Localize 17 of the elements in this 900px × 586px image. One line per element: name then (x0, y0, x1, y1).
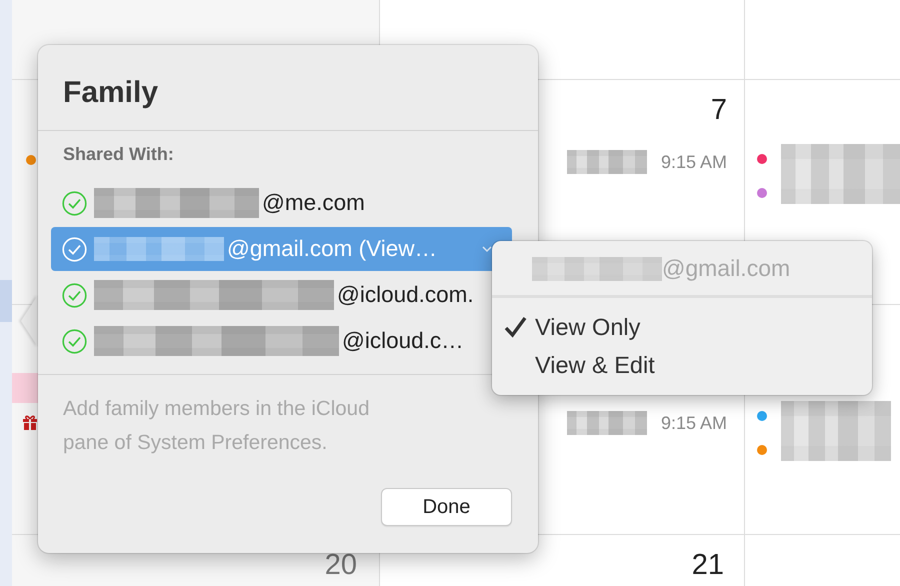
member-row[interactable]: @me.com (51, 181, 512, 225)
event-time: 9:15 AM (660, 152, 727, 172)
member-email: @icloud.c… (342, 328, 464, 354)
menu-header-email: @gmail.com (662, 255, 790, 282)
section-label: Shared With: (62, 143, 175, 166)
day-number: 7 (710, 94, 727, 126)
day-number: 21 (692, 549, 724, 581)
event-time: 9:15 AM (660, 412, 727, 434)
popover-title: Family (38, 45, 538, 131)
day-number: 20 (324, 549, 357, 581)
menu-item[interactable]: View Only (492, 308, 872, 346)
done-button[interactable]: Done (381, 488, 512, 526)
hint-text: Add family members in the iCloud pane of System Preferences. (63, 396, 370, 456)
member-email: @me.com (262, 190, 365, 216)
member-email: @gmail.com (View… (227, 236, 437, 262)
menu-item[interactable]: View & Edit (492, 346, 872, 384)
member-email: @icloud.com. (337, 282, 474, 308)
